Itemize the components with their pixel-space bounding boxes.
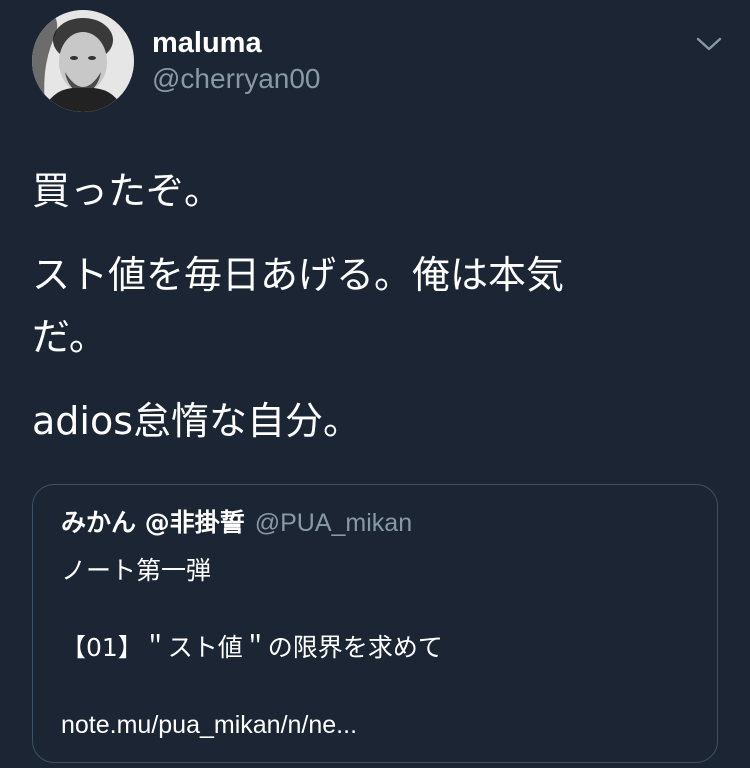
quoted-subtitle: 【01】＂スト値＂の限界を求めて	[61, 633, 443, 662]
chevron-down-icon[interactable]	[694, 32, 724, 56]
quoted-tweet-card[interactable]: みかん @非掛誓 @PUA_mikan ノート第一弾 【01】＂スト値＂の限界を求…	[32, 484, 718, 763]
quoted-title: ノート第一弾	[61, 556, 212, 585]
quoted-display-name: みかん @非掛誓	[61, 508, 245, 537]
quoted-user-handle: @PUA_mikan	[254, 509, 413, 537]
avatar[interactable]	[32, 10, 134, 112]
user-handle[interactable]: @cherryan00	[152, 62, 321, 96]
quoted-link[interactable]: note.mu/pua_mikan/n/ne...	[61, 709, 357, 741]
tweet-line: adios怠惰な自分。	[32, 399, 362, 443]
display-name[interactable]: maluma	[152, 26, 262, 60]
quoted-tweet-header: みかん @非掛誓 @PUA_mikan	[61, 507, 412, 539]
tweet-line: スト値を毎日あげる。俺は本気 だ。	[32, 253, 565, 359]
profile-photo-icon	[32, 10, 134, 112]
tweet-line: 買ったぞ。	[32, 169, 223, 213]
tweet-text: 買ったぞ。 スト値を毎日あげる。俺は本気 だ。 adios怠惰な自分。	[32, 160, 712, 474]
tweet-card: maluma @cherryan00 買ったぞ。 スト値を毎日あげる。俺は本気 …	[0, 0, 750, 768]
